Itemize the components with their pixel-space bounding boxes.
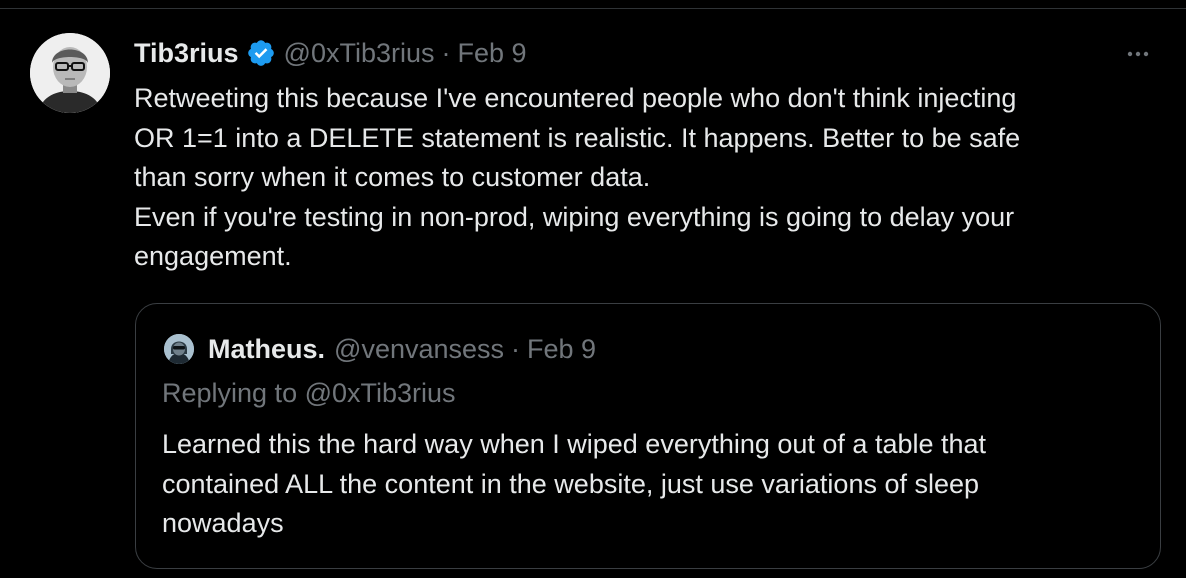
tweet-date[interactable]: Feb 9	[458, 38, 527, 69]
tweet-text-line: than sorry when it comes to customer dat…	[134, 162, 651, 192]
tweet-text-line: OR 1=1 into a DELETE statement is realis…	[134, 122, 1021, 153]
quoted-text-line: nowadays	[162, 508, 284, 538]
author-avatar[interactable]	[30, 33, 110, 113]
quoted-author-display-name: Matheus.	[208, 333, 326, 364]
tweet-header: Tib3rius @0xTib3rius · Feb 9	[134, 33, 527, 73]
quoted-replying-to: Replying to @0xTib3rius	[162, 378, 456, 408]
author-handle[interactable]: @0xTib3rius	[284, 38, 435, 69]
tweet-text-line: Retweeting this because I've encountered…	[134, 83, 1017, 113]
quoted-author-avatar	[164, 334, 194, 364]
quoted-tweet-date: Feb 9	[527, 333, 597, 364]
author-display-name[interactable]: Tib3rius	[134, 38, 239, 69]
tweet-text-line: Even if you're testing in non-prod, wipi…	[134, 201, 1015, 232]
author-avatar-image	[30, 33, 110, 113]
quoted-avatar-image	[164, 334, 194, 364]
tweet-text: Retweeting this because I've encountered…	[134, 79, 1174, 277]
quoted-text-line: Learned this the hard way when I wiped e…	[162, 429, 987, 459]
quoted-tweet-header: Matheus. @venvansess · Feb 9	[164, 328, 596, 370]
tweet-text-line: engagement.	[134, 241, 292, 271]
header-separator: ·	[441, 37, 451, 68]
top-divider	[0, 0, 1186, 9]
quoted-tweet-card[interactable]: Matheus. @venvansess · Feb 9 Replying to…	[135, 303, 1161, 569]
verified-badge-icon[interactable]	[246, 38, 276, 68]
quoted-tweet-text: Learned this the hard way when I wiped e…	[162, 425, 1152, 544]
ellipsis-icon	[1127, 51, 1149, 57]
quoted-header-separator: ·	[511, 333, 521, 364]
quoted-author-handle: @venvansess	[334, 333, 505, 364]
quoted-text-line: contained ALL the content in the website…	[162, 468, 980, 499]
more-options-button[interactable]	[1122, 38, 1154, 70]
